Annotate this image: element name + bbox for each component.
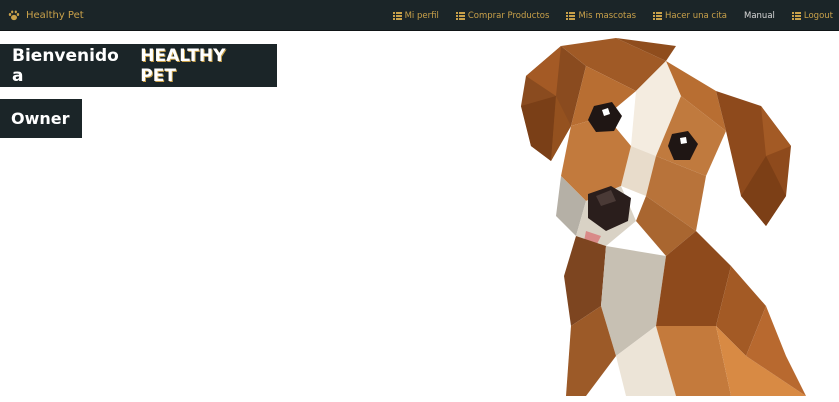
list-icon bbox=[791, 11, 801, 20]
welcome-brand: HEALTHY PET bbox=[140, 45, 226, 86]
nav-item-label: Comprar Productos bbox=[467, 10, 550, 21]
welcome-text: Bienvenido a bbox=[12, 45, 119, 86]
welcome-heading: Bienvenido a HEALTHY PET bbox=[0, 44, 277, 87]
nav-item-hacer-una-cita[interactable]: Hacer una cita bbox=[653, 11, 727, 21]
list-icon bbox=[566, 11, 576, 20]
nav-item-comprar-productos[interactable]: Comprar Productos bbox=[455, 10, 550, 21]
nav-menu: Mi perfil Comprar Productos Mis mascotas bbox=[376, 0, 833, 31]
role-label: Owner bbox=[11, 109, 70, 128]
nav-item-mi-perfil[interactable]: Mi perfil bbox=[392, 10, 439, 21]
nav-item-label: Hacer una cita bbox=[665, 10, 727, 21]
nav-item-label: Manual bbox=[744, 10, 775, 21]
nav-item-mis-mascotas[interactable]: Mis mascotas bbox=[566, 11, 636, 21]
role-heading: Owner bbox=[0, 99, 82, 138]
list-icon bbox=[455, 11, 465, 20]
brand-link[interactable]: Healthy Pet bbox=[8, 0, 84, 31]
top-navbar: Healthy Pet Mi perfil Comprar Productos bbox=[0, 0, 839, 31]
brand-label: Healthy Pet bbox=[26, 10, 84, 21]
list-icon bbox=[392, 11, 402, 20]
nav-item-label: Logout bbox=[803, 10, 833, 21]
nav-item-label: Mi perfil bbox=[404, 10, 439, 21]
nav-item-label: Mis mascotas bbox=[578, 10, 637, 21]
paw-icon bbox=[8, 10, 20, 21]
list-icon bbox=[653, 11, 663, 20]
low-poly-dog-illustration bbox=[521, 38, 806, 396]
nav-item-logout[interactable]: Logout bbox=[791, 10, 833, 21]
nav-item-manual[interactable]: Manual bbox=[744, 11, 775, 21]
